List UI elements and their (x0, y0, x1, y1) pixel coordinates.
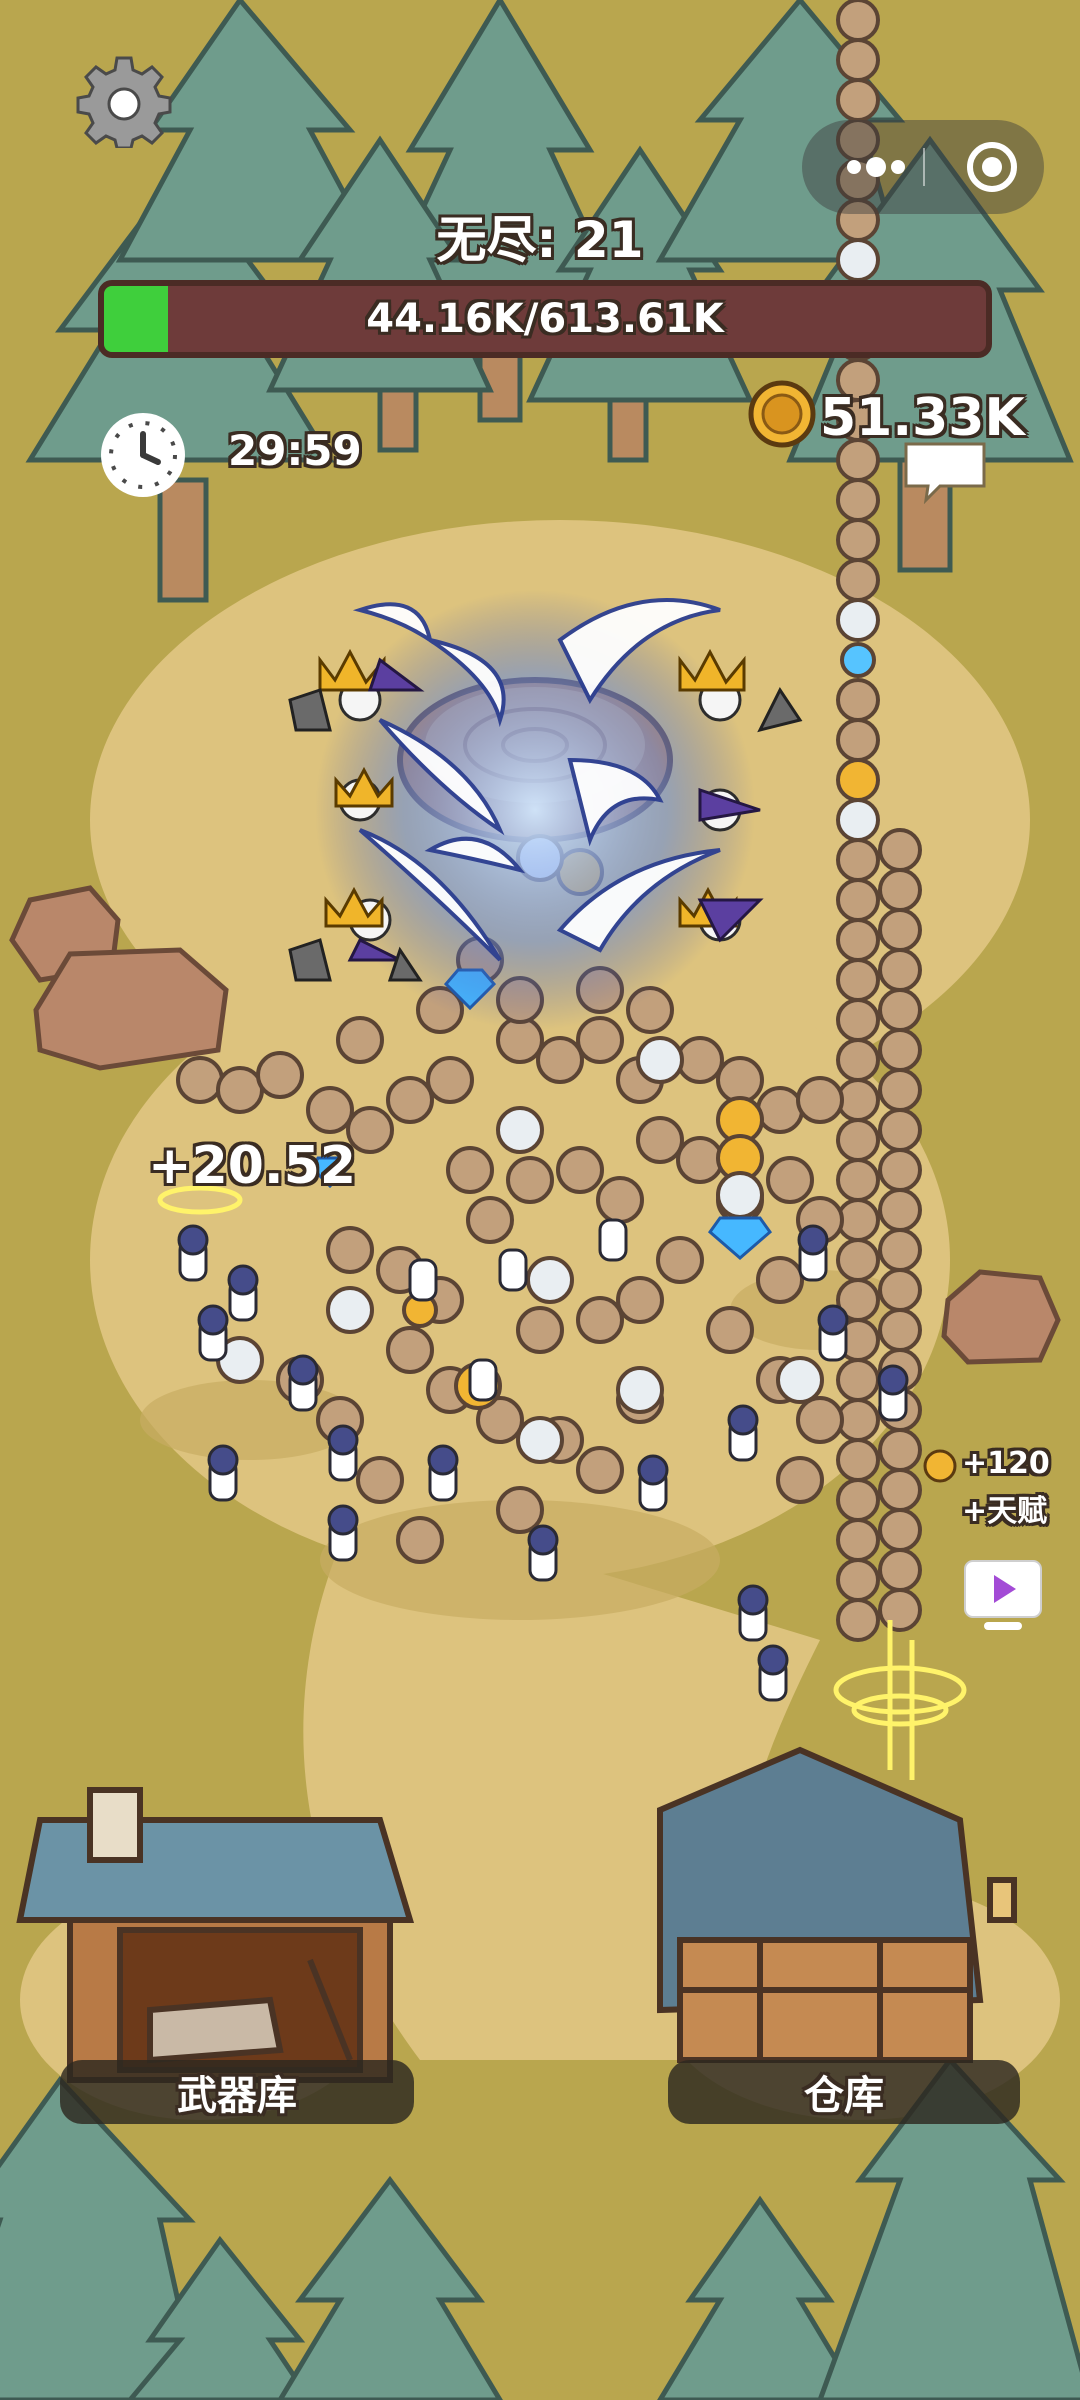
boss-hp-bar: 44.16K/613.61K (98, 280, 992, 358)
armory-building (16, 1787, 415, 2083)
gear-icon (76, 56, 172, 150)
capsule-divider (923, 148, 925, 186)
talent-label: +天赋 (962, 1494, 1048, 1529)
boss-hp-text: 44.16K/613.61K (366, 296, 724, 342)
coin-count: 51.33K (820, 388, 1025, 448)
play-video-icon (964, 1560, 1042, 1630)
game-scene (0, 0, 1080, 2400)
settings-button[interactable] (76, 52, 172, 150)
coin-icon (748, 380, 816, 448)
clock-icon (98, 410, 188, 500)
warehouse-building (657, 1746, 1017, 2063)
talent-coin-icon (922, 1448, 958, 1484)
chat-bubble-icon[interactable] (900, 440, 990, 505)
watch-video-button[interactable] (962, 1558, 1044, 1634)
blade-storm-effect (315, 590, 755, 1030)
warehouse-button[interactable]: 仓库 (668, 2060, 1020, 2124)
armory-button[interactable]: 武器库 (60, 2060, 414, 2124)
talent-amount: +120 (962, 1446, 1050, 1481)
damage-popup: +20.52 (148, 1136, 357, 1196)
countdown-timer: 29:59 (228, 426, 362, 475)
wave-title: 无尽: 21 (436, 211, 644, 269)
